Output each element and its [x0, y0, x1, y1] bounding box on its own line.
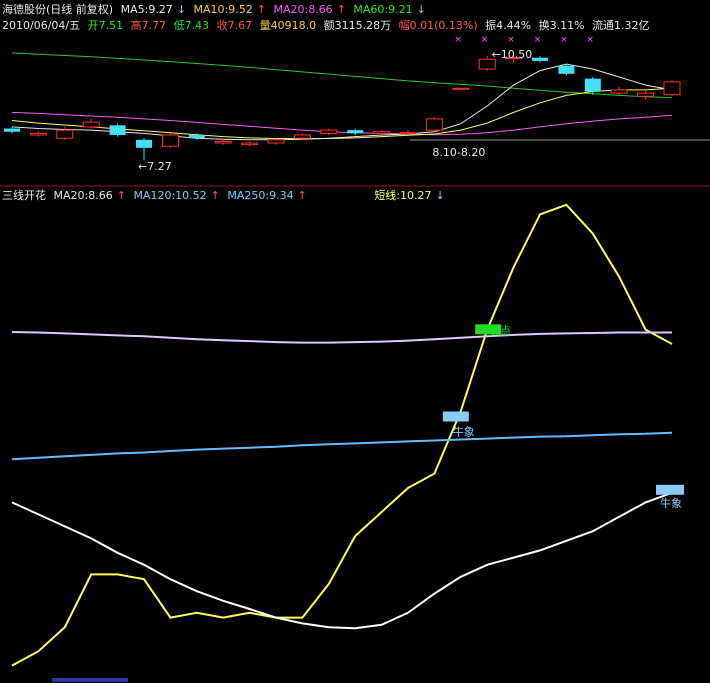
signal-mark: ×	[507, 35, 515, 45]
candle-body	[267, 139, 285, 144]
candle-body	[663, 81, 681, 96]
candle-body	[214, 140, 232, 144]
bull-marker-2	[656, 484, 684, 495]
candle-body	[29, 132, 47, 136]
signal-mark: ×	[454, 35, 462, 45]
bull-marker-1	[442, 411, 469, 422]
low-annotation: ←7.27	[138, 160, 172, 173]
candle-body	[610, 89, 628, 94]
candle-body	[399, 132, 417, 135]
candle-body	[293, 134, 311, 139]
signal-mark: ×	[560, 35, 568, 45]
ma-line-ma60	[11, 52, 673, 99]
signal-mark: ×	[534, 35, 542, 45]
candle-body	[425, 118, 443, 131]
candle-body	[4, 128, 20, 132]
indicator-line-3	[11, 431, 673, 461]
chart-canvas[interactable]: × × × × × × ←7.27 ←10.50 8.10-8.20 卖点 牛象 牛象	[0, 0, 710, 683]
candle-body	[373, 131, 391, 134]
indicator-line-2	[11, 331, 672, 344]
sell-point-label: 卖点	[489, 324, 511, 337]
bull-label-1: 牛象	[453, 425, 475, 439]
candle-body	[109, 125, 126, 135]
candle-body	[637, 92, 655, 97]
candle-body	[82, 121, 100, 128]
candle-body	[136, 139, 152, 148]
candle-body	[532, 57, 548, 61]
candle-body	[558, 65, 575, 74]
range-annotation: 8.10-8.20	[432, 146, 485, 159]
candle-body	[584, 78, 601, 92]
candle-body	[188, 134, 205, 139]
high-annotation: ←10.50	[492, 48, 533, 61]
candle-body	[347, 130, 364, 134]
candle-body	[320, 129, 338, 134]
candle-body	[56, 129, 74, 139]
bull-label-2: 牛象	[660, 496, 682, 510]
signal-mark: ×	[586, 35, 594, 45]
signal-mark: ×	[481, 35, 489, 45]
candle-body	[452, 87, 470, 90]
candle-body	[241, 142, 259, 146]
candle-body	[161, 134, 179, 147]
